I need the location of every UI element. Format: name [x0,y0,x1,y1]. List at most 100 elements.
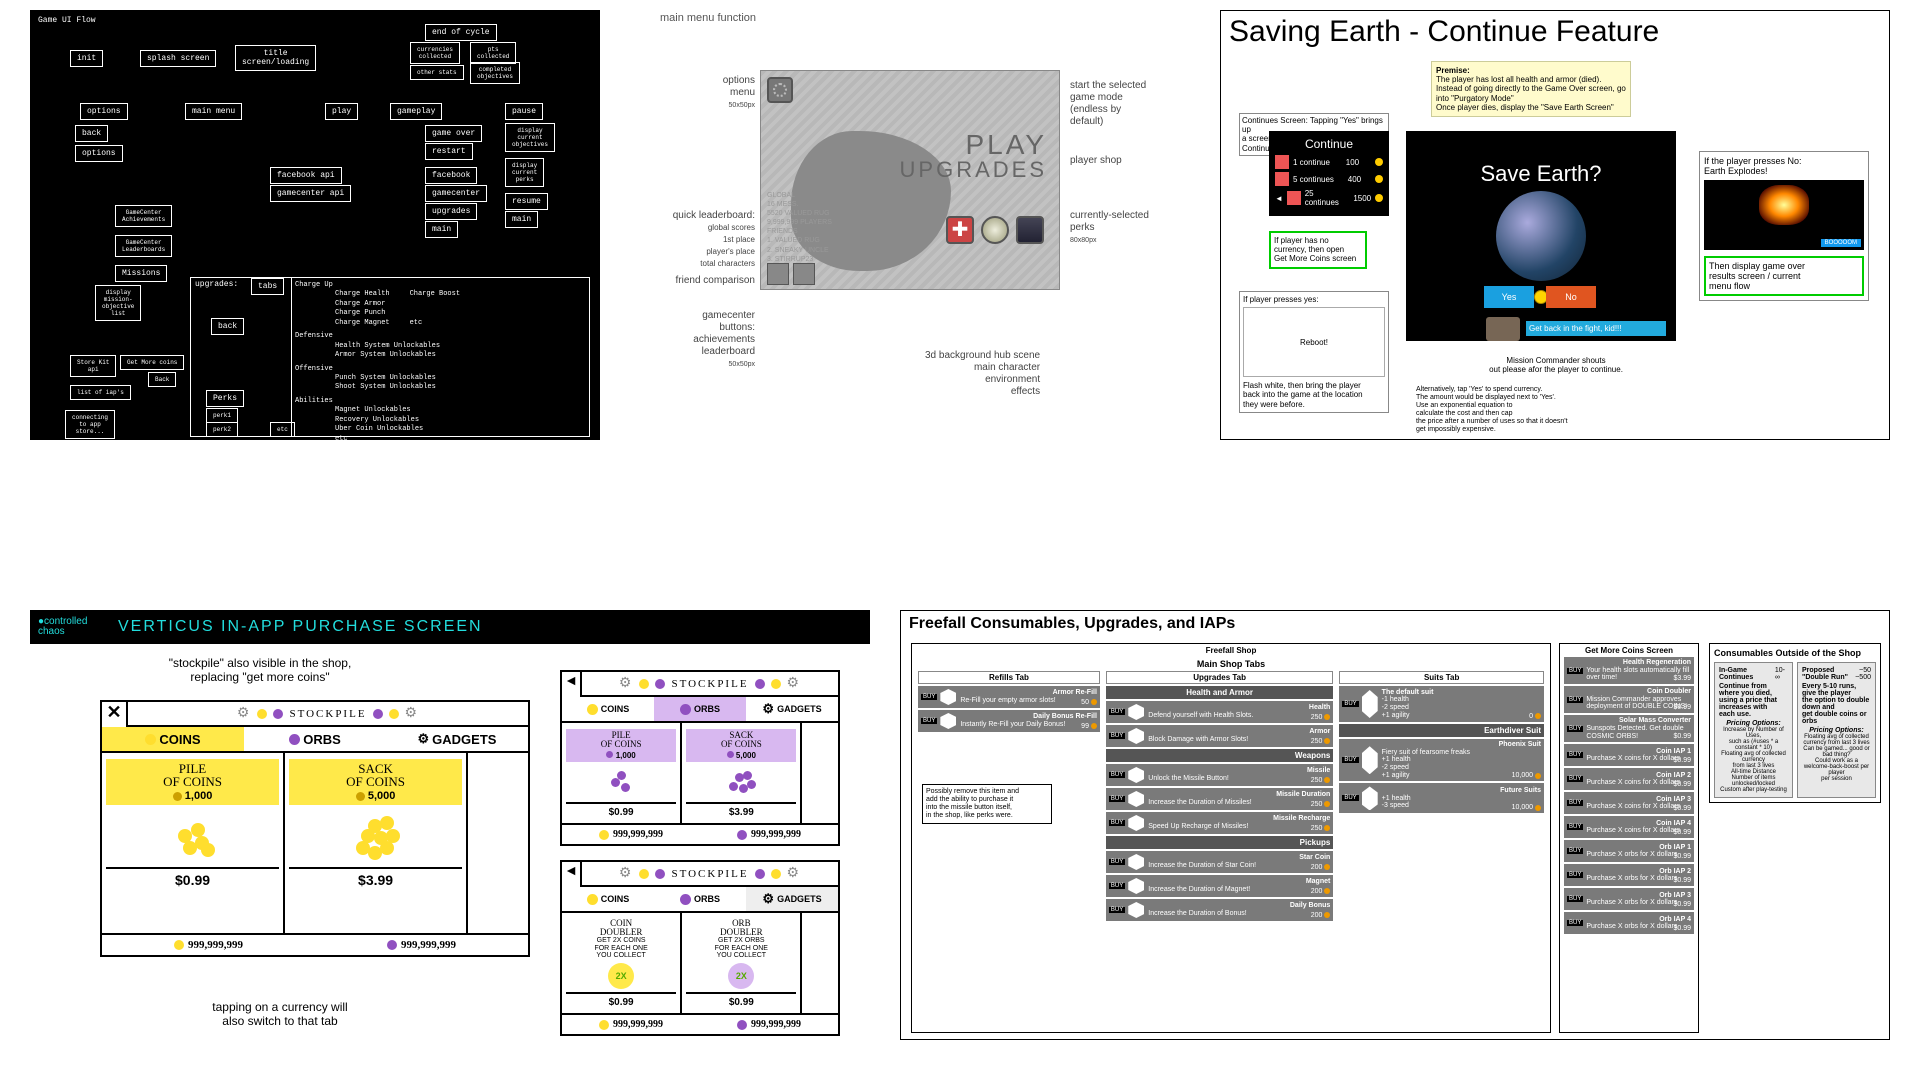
tab-orbs[interactable]: ORBS [654,887,746,911]
item-armor-refill[interactable]: BUYArmor Re-FillRe-Fill your empty armor… [918,686,1100,708]
label-gc: gamecenter buttons:achievements leaderbo… [640,310,755,370]
item-daily-refill[interactable]: BUYDaily Bonus Re-FillInstantly Re-Fill … [918,710,1100,732]
earth-icon [1496,191,1586,281]
continue-header: Continue [1275,137,1383,151]
t-carmor: Charge Armor [295,300,583,309]
t-chargeup: Charge Up [295,281,583,290]
item-daily-bonus[interactable]: BUYDaily BonusIncrease the Duration of B… [1106,899,1333,921]
card-orb-doubler[interactable]: ORB DOUBLER GET 2X ORBS FOR EACH ONE YOU… [682,913,802,1013]
card-coin-doubler[interactable]: COIN DOUBLER GET 2X COINS FOR EACH ONE Y… [562,913,682,1013]
perk-slot-1[interactable]: ✚ [946,216,974,244]
section-pickups: Pickups [1106,836,1333,849]
node-eoc: end of cycle [425,24,497,41]
item-armor[interactable]: BUYArmorBlock Damage with Armor Slots!25… [1106,725,1333,747]
card-sack-small[interactable]: SACK OF COINS 5,000 $3.99 [682,723,802,823]
consumables-outside-box: Consumables Outside of the Shop In-Game … [1709,643,1881,803]
t-hsu: Health System Unlockables [295,342,583,351]
iap-coin-2[interactable]: BUYCoin IAP 2Purchase X coins for X doll… [1564,768,1694,790]
node-fbapi: facebook api [270,167,342,184]
iap-health-regen[interactable]: BUYHealth RegenerationYour health slots … [1564,657,1694,684]
p4-title: VERTICUS IN-APP PURCHASE SCREEN [118,618,483,636]
orbs-total[interactable]: 999,999,999 [315,935,528,955]
node-otherstats: other stats [410,65,464,80]
card-next-small[interactable] [802,723,838,823]
yes-button[interactable]: Yes [1484,286,1534,308]
item-missile[interactable]: BUYMissileUnlock the Missile Button!250 [1106,764,1333,786]
no-note-box: If the player presses No: Earth Explodes… [1699,151,1869,301]
iap-orb-2[interactable]: BUYOrb IAP 2Purchase X orbs for X dollar… [1564,864,1694,886]
label-friend: friend comparison [640,275,755,287]
item-missile-recharge[interactable]: BUYMissile RechargeSpeed Up Recharge of … [1106,812,1333,834]
continue-opt-1[interactable]: 1 continue100 [1275,155,1383,169]
continue-opt-5[interactable]: 5 continues400 [1275,172,1383,186]
item-magnet[interactable]: BUYMagnetIncrease the Duration of Magnet… [1106,875,1333,897]
node-restart: restart [425,143,473,160]
freefall-shop-title: Freefall Shop [912,644,1550,657]
tab-gadgets[interactable]: ⚙GADGETS [746,697,838,721]
node-dispperks: display current perks [505,158,544,187]
tab-gadgets[interactable]: ⚙GADGETS [386,727,528,751]
label-options-menu: options menu50x50px [640,75,755,111]
tab-coins[interactable]: COINS [102,727,244,751]
perk-slot-3[interactable] [1016,216,1044,244]
card-next-gadget[interactable] [802,913,838,1013]
play-upgrades-buttons[interactable]: PLAY UPGRADES [900,131,1047,181]
tab-gadgets[interactable]: ⚙GADGETS [746,887,838,911]
iap-coin-doubler[interactable]: BUYCoin DoublerMission Commander approve… [1564,686,1694,713]
node-gameover: game over [425,125,482,142]
item-suit-default[interactable]: BUYThe default suit-1 health -2 speed +1… [1339,686,1544,722]
brand-logo: ●controlled chaos [38,617,108,637]
options-button[interactable] [767,77,793,103]
ui-flow-diagram: Game UI Flow init splash screen title sc… [30,10,600,440]
close-button[interactable]: ✕ [102,702,128,727]
boom-label: BOOOOOM [1821,239,1861,247]
coins-art [346,811,406,861]
card-next[interactable] [468,753,528,933]
continue-opt-25[interactable]: ◄25 continues1500 [1275,189,1383,207]
item-missile-duration[interactable]: BUYMissile DurationIncrease the Duration… [1106,788,1333,810]
commander-portrait [1486,317,1520,341]
iap-coin-1[interactable]: BUYCoin IAP 1Purchase X coins for X doll… [1564,744,1694,766]
gc-leaderboard-button[interactable] [793,263,815,285]
p5-title: Freefall Consumables, Upgrades, and IAPs [901,611,1889,637]
suit-earthdiver-header: Earthdiver Suit [1339,724,1544,737]
gc-achievements-button[interactable] [767,263,789,285]
card-pile[interactable]: PILE OF COINS 1,000 $0.99 [102,753,285,933]
main-shop-tabs-label: Main Shop Tabs [912,657,1550,671]
card-pile-small[interactable]: PILE OF COINS 1,000 $0.99 [562,723,682,823]
item-suit-future[interactable]: BUYFuture Suits+1 health -3 speed10,000 [1339,783,1544,813]
iap-coin-4[interactable]: BUYCoin IAP 4Purchase X coins for X doll… [1564,816,1694,838]
node-splash: splash screen [140,50,216,67]
iap-orb-1[interactable]: BUYOrb IAP 1Purchase X orbs for X dollar… [1564,840,1694,862]
iap-orb-3[interactable]: BUYOrb IAP 3Purchase X orbs for X dollar… [1564,888,1694,910]
item-health[interactable]: BUYHealthDefend yourself with Health Slo… [1106,701,1333,723]
node-store: Store Kit api [70,355,116,377]
upgrades-content: Charge Up Charge Health Charge Boost Cha… [291,278,586,436]
no-button[interactable]: No [1546,286,1596,308]
node-connect: connecting to app store... [65,410,115,439]
item-suit-phoenix[interactable]: BUYPhoenix SuitFiery suit of fearsome fr… [1339,739,1544,781]
tab-coins[interactable]: COINS [562,697,654,721]
t-costumes: Costumes [295,448,583,457]
coins-art [163,811,223,861]
t-offensive: Offensive [295,365,583,374]
node-gcach: GameCenter Achievements [115,205,172,227]
tab-coins[interactable]: COINS [562,887,654,911]
node-mainmenu: main menu [185,103,242,120]
stockpile-titlebar: ⚙ STOCKPILE ⚙ [128,702,528,727]
gear-icon: ⚙ [237,705,252,722]
coins-total[interactable]: 999,999,999 [102,935,315,955]
back-button[interactable]: ◄ [562,672,582,697]
tab-orbs[interactable]: ORBS [244,727,386,751]
tab-orbs[interactable]: ORBS [654,697,746,721]
iap-orb-4[interactable]: BUYOrb IAP 4Purchase X orbs for X dollar… [1564,912,1694,934]
card-sack[interactable]: SACK OF COINS 5,000 $3.99 [285,753,468,933]
iap-solar-mass[interactable]: BUYSolar Mass ConverterSunspots Detected… [1564,715,1694,742]
perk-slot-2[interactable] [981,216,1009,244]
node-play: play [325,103,358,120]
gear-icon [773,83,787,97]
back-button[interactable]: ◄ [562,862,582,887]
iap-coin-3[interactable]: BUYCoin IAP 3Purchase X coins for X doll… [1564,792,1694,814]
item-star-coin[interactable]: BUYStar CoinIncrease the Duration of Sta… [1106,851,1333,873]
node-gamecenter: gamecenter [425,185,487,202]
